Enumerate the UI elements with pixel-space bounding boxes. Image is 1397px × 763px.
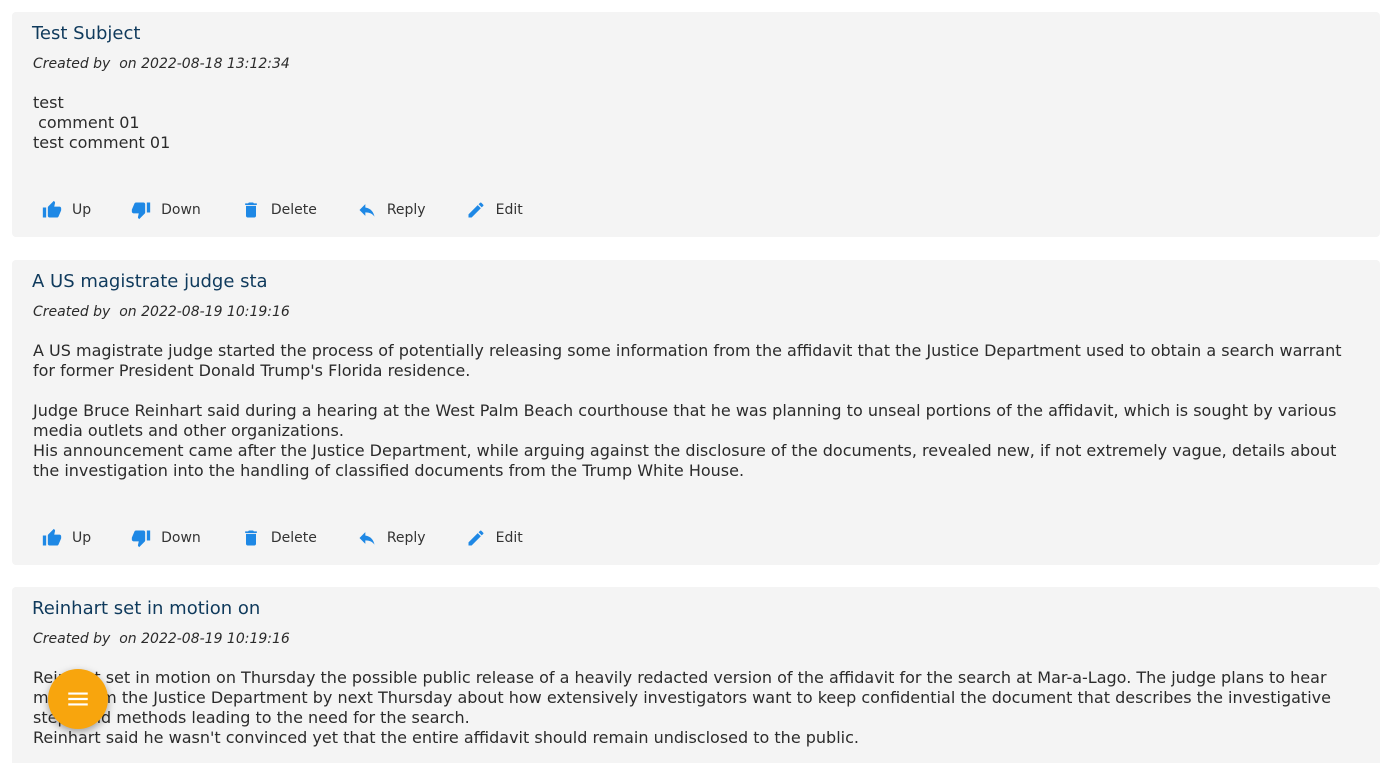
delete-label: Delete xyxy=(270,202,317,218)
post-paragraph: A US magistrate judge started the proces… xyxy=(33,341,1347,380)
post-paragraph: test comment 01 test comment 01 xyxy=(33,93,171,152)
edit-label: Edit xyxy=(495,530,523,546)
upvote-button[interactable]: Up xyxy=(32,194,101,226)
post-title: A US magistrate judge sta xyxy=(32,271,268,292)
menu-fab-button[interactable] xyxy=(48,669,108,729)
post-paragraph xyxy=(33,381,1360,401)
thumb-up-icon xyxy=(42,528,62,546)
edit-label: Edit xyxy=(495,202,523,218)
edit-button[interactable]: Edit xyxy=(456,194,533,226)
delete-label: Delete xyxy=(270,530,317,546)
edit-button[interactable]: Edit xyxy=(456,522,533,554)
downvote-button[interactable]: Down xyxy=(121,522,211,554)
pencil-icon xyxy=(468,202,484,218)
post-title: Reinhart set in motion on xyxy=(32,598,261,619)
reply-label: Reply xyxy=(386,530,426,546)
post-meta: Created by on 2022-08-19 10:19:16 xyxy=(33,631,290,647)
upvote-button[interactable]: Up xyxy=(32,522,101,554)
delete-button[interactable]: Delete xyxy=(231,194,327,226)
post-meta: Created by on 2022-08-18 13:12:34 xyxy=(33,56,290,72)
post-actions: Up Down Delete Reply Edit xyxy=(32,522,553,554)
downvote-label: Down xyxy=(161,202,201,218)
post-body: test comment 01 test comment 01 xyxy=(33,93,1360,153)
post-body: A US magistrate judge started the proces… xyxy=(33,341,1360,481)
downvote-button[interactable]: Down xyxy=(121,194,211,226)
trash-icon xyxy=(244,202,257,218)
upvote-label: Up xyxy=(72,530,92,546)
reply-button[interactable]: Reply xyxy=(347,194,436,226)
post-card: A US magistrate judge sta Created by on … xyxy=(12,260,1380,565)
post-body: Reinhart set in motion on Thursday the p… xyxy=(33,668,1360,748)
post-card: Reinhart set in motion on Created by on … xyxy=(12,587,1380,763)
thumb-down-icon xyxy=(131,202,151,220)
post-title: Test Subject xyxy=(32,23,141,44)
thumb-down-icon xyxy=(131,530,151,548)
post-paragraph: Judge Bruce Reinhart said during a heari… xyxy=(33,401,1342,440)
post-card: Test Subject Created by on 2022-08-18 13… xyxy=(12,12,1380,237)
reply-icon xyxy=(359,204,375,217)
downvote-label: Down xyxy=(161,530,201,546)
post-paragraph: Reinhart set in motion on Thursday the p… xyxy=(33,668,1337,727)
upvote-label: Up xyxy=(72,202,92,218)
post-meta: Created by on 2022-08-19 10:19:16 xyxy=(33,304,290,320)
reply-icon xyxy=(359,532,375,545)
post-actions: Up Down Delete Reply Edit xyxy=(32,194,553,226)
reply-label: Reply xyxy=(386,202,426,218)
post-paragraph: Reinhart said he wasn't convinced yet th… xyxy=(33,728,859,747)
trash-icon xyxy=(244,530,257,546)
pencil-icon xyxy=(468,530,484,546)
menu-icon xyxy=(68,692,88,706)
delete-button[interactable]: Delete xyxy=(231,522,327,554)
thumb-up-icon xyxy=(42,200,62,218)
reply-button[interactable]: Reply xyxy=(347,522,436,554)
post-paragraph: His announcement came after the Justice … xyxy=(33,441,1342,480)
